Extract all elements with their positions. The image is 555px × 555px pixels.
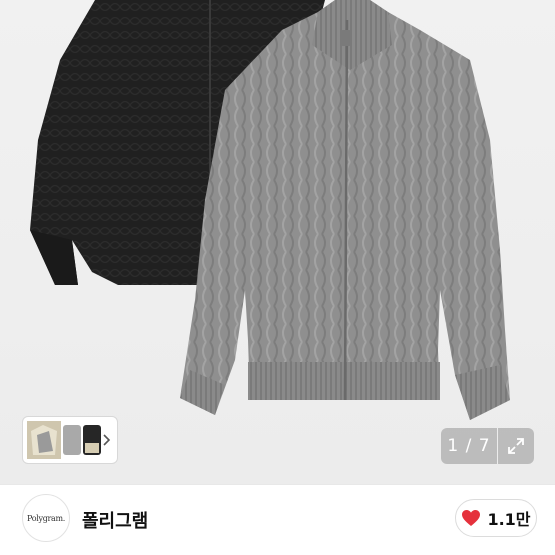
page-counter: 1 / 7 (441, 428, 497, 464)
thumbnail-strip[interactable] (22, 416, 118, 464)
page-total: 7 (478, 436, 491, 456)
shop-bar: Polygram. 폴리그램 1.1만 (0, 484, 555, 555)
product-image (30, 0, 510, 420)
page-separator: / (459, 436, 479, 456)
like-button[interactable]: 1.1만 (455, 499, 537, 537)
shop-name[interactable]: 폴리그램 (82, 507, 148, 533)
shop-logo-text: Polygram. (26, 513, 66, 523)
shop-logo[interactable]: Polygram. (22, 494, 70, 542)
thumbnail-images (27, 421, 101, 459)
chevron-right-icon (99, 433, 113, 447)
expand-arrows-icon (508, 438, 524, 454)
page-current: 1 (447, 436, 460, 456)
expand-button[interactable] (498, 428, 534, 464)
like-count: 1.1만 (487, 510, 531, 529)
product-gallery[interactable]: 1 / 7 (0, 0, 555, 484)
heart-icon (462, 510, 481, 526)
